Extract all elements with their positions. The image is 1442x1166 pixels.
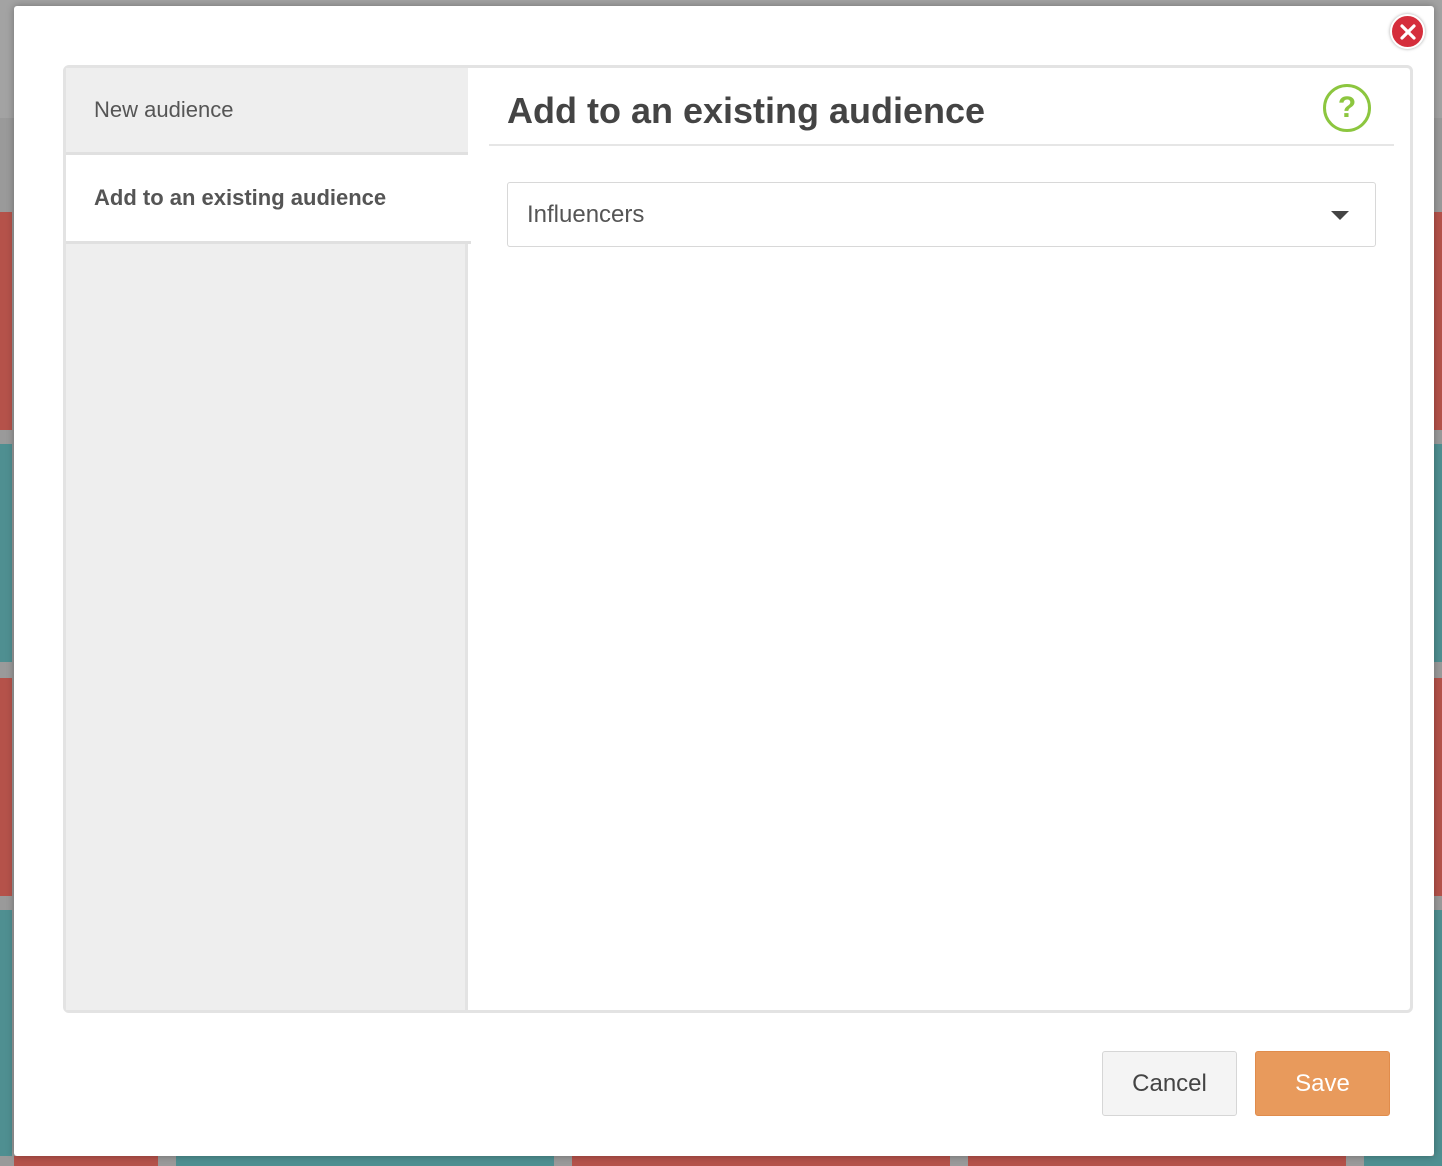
save-button[interactable]: Save (1255, 1051, 1390, 1116)
audience-tab-sidebar: New audience Add to an existing audience (66, 68, 471, 1010)
audience-modal: New audience Add to an existing audience… (14, 6, 1434, 1156)
background-card (176, 1156, 554, 1166)
close-button[interactable] (1390, 14, 1425, 49)
tab-new-audience-label: New audience (94, 97, 234, 122)
background-card (572, 1156, 950, 1166)
close-icon (1399, 23, 1416, 40)
background-card (1434, 212, 1442, 430)
cancel-button[interactable]: Cancel (1102, 1051, 1237, 1116)
background-card (0, 678, 12, 896)
tab-existing-audience[interactable]: Add to an existing audience (66, 155, 471, 244)
background-card (1434, 444, 1442, 662)
tab-existing-audience-label: Add to an existing audience (94, 185, 387, 210)
help-icon[interactable]: ? (1323, 84, 1371, 132)
background-card (1434, 910, 1442, 1156)
tab-new-audience[interactable]: New audience (66, 68, 468, 155)
audience-select-value: Influencers (527, 200, 645, 228)
background-card (1364, 1156, 1442, 1166)
page-title: Add to an existing audience (507, 90, 986, 131)
background-card (0, 910, 12, 1156)
title-divider (489, 144, 1394, 146)
background-card (0, 444, 12, 662)
existing-audience-content: Add to an existing audience ? Influencer… (471, 68, 1410, 1010)
background-card (1434, 678, 1442, 896)
background-card (0, 212, 12, 430)
chevron-down-icon (1331, 211, 1349, 220)
background-card (14, 1156, 158, 1166)
audience-select[interactable]: Influencers (507, 182, 1376, 247)
audience-panel: New audience Add to an existing audience… (63, 65, 1413, 1013)
background-card (968, 1156, 1346, 1166)
